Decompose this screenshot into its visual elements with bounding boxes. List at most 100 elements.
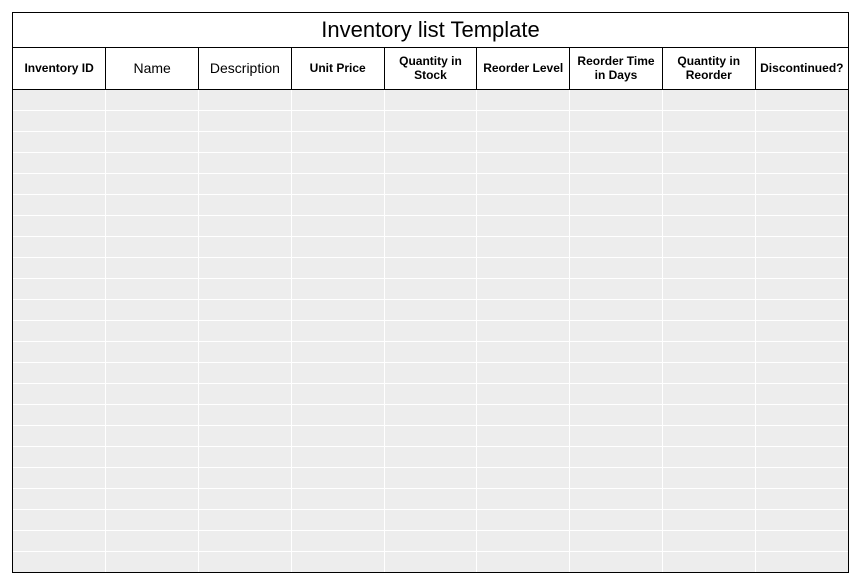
table-cell[interactable] [13, 215, 106, 236]
table-cell[interactable] [199, 530, 292, 551]
table-cell[interactable] [199, 383, 292, 404]
table-cell[interactable] [13, 551, 106, 572]
table-cell[interactable] [477, 215, 570, 236]
table-cell[interactable] [477, 404, 570, 425]
table-cell[interactable] [291, 551, 384, 572]
table-cell[interactable] [570, 320, 663, 341]
table-cell[interactable] [106, 257, 199, 278]
table-cell[interactable] [384, 131, 477, 152]
table-cell[interactable] [106, 488, 199, 509]
table-cell[interactable] [199, 131, 292, 152]
table-cell[interactable] [477, 236, 570, 257]
table-cell[interactable] [477, 551, 570, 572]
table-cell[interactable] [662, 215, 755, 236]
table-cell[interactable] [199, 194, 292, 215]
table-cell[interactable] [384, 278, 477, 299]
table-cell[interactable] [477, 131, 570, 152]
table-cell[interactable] [570, 89, 663, 110]
table-cell[interactable] [384, 383, 477, 404]
table-cell[interactable] [477, 446, 570, 467]
table-cell[interactable] [755, 467, 848, 488]
table-cell[interactable] [106, 299, 199, 320]
table-cell[interactable] [13, 509, 106, 530]
table-cell[interactable] [755, 383, 848, 404]
table-cell[interactable] [291, 341, 384, 362]
table-cell[interactable] [755, 299, 848, 320]
table-cell[interactable] [662, 551, 755, 572]
table-cell[interactable] [662, 467, 755, 488]
table-cell[interactable] [662, 152, 755, 173]
table-cell[interactable] [477, 383, 570, 404]
table-cell[interactable] [291, 194, 384, 215]
table-cell[interactable] [291, 215, 384, 236]
table-cell[interactable] [384, 509, 477, 530]
table-cell[interactable] [662, 509, 755, 530]
table-cell[interactable] [477, 299, 570, 320]
table-cell[interactable] [755, 488, 848, 509]
table-cell[interactable] [106, 425, 199, 446]
table-cell[interactable] [755, 152, 848, 173]
table-cell[interactable] [384, 530, 477, 551]
table-cell[interactable] [199, 173, 292, 194]
table-cell[interactable] [291, 509, 384, 530]
table-cell[interactable] [199, 446, 292, 467]
table-cell[interactable] [13, 425, 106, 446]
table-cell[interactable] [384, 362, 477, 383]
table-cell[interactable] [755, 215, 848, 236]
table-cell[interactable] [199, 404, 292, 425]
table-cell[interactable] [13, 341, 106, 362]
table-cell[interactable] [291, 320, 384, 341]
table-cell[interactable] [477, 320, 570, 341]
table-cell[interactable] [477, 173, 570, 194]
table-cell[interactable] [106, 110, 199, 131]
table-cell[interactable] [106, 236, 199, 257]
table-cell[interactable] [570, 551, 663, 572]
table-cell[interactable] [13, 488, 106, 509]
table-cell[interactable] [13, 467, 106, 488]
table-cell[interactable] [106, 278, 199, 299]
table-cell[interactable] [291, 299, 384, 320]
table-cell[interactable] [384, 551, 477, 572]
table-cell[interactable] [13, 257, 106, 278]
table-cell[interactable] [13, 446, 106, 467]
table-cell[interactable] [570, 236, 663, 257]
table-cell[interactable] [13, 383, 106, 404]
table-cell[interactable] [662, 173, 755, 194]
table-cell[interactable] [477, 194, 570, 215]
table-cell[interactable] [570, 404, 663, 425]
table-cell[interactable] [13, 173, 106, 194]
table-cell[interactable] [570, 215, 663, 236]
table-cell[interactable] [199, 341, 292, 362]
table-cell[interactable] [662, 299, 755, 320]
table-cell[interactable] [384, 488, 477, 509]
table-cell[interactable] [13, 530, 106, 551]
table-cell[interactable] [199, 362, 292, 383]
table-cell[interactable] [199, 110, 292, 131]
table-cell[interactable] [199, 509, 292, 530]
table-cell[interactable] [662, 110, 755, 131]
table-cell[interactable] [106, 551, 199, 572]
table-cell[interactable] [384, 152, 477, 173]
table-cell[interactable] [106, 215, 199, 236]
table-cell[interactable] [106, 446, 199, 467]
table-cell[interactable] [106, 131, 199, 152]
table-cell[interactable] [570, 131, 663, 152]
table-cell[interactable] [662, 236, 755, 257]
table-cell[interactable] [384, 215, 477, 236]
table-cell[interactable] [13, 299, 106, 320]
table-cell[interactable] [384, 446, 477, 467]
table-cell[interactable] [384, 110, 477, 131]
table-cell[interactable] [755, 530, 848, 551]
table-cell[interactable] [662, 278, 755, 299]
table-cell[interactable] [384, 89, 477, 110]
table-cell[interactable] [755, 404, 848, 425]
table-cell[interactable] [755, 89, 848, 110]
table-cell[interactable] [291, 257, 384, 278]
table-cell[interactable] [384, 320, 477, 341]
table-cell[interactable] [477, 257, 570, 278]
table-cell[interactable] [755, 131, 848, 152]
table-cell[interactable] [477, 425, 570, 446]
table-cell[interactable] [291, 362, 384, 383]
table-cell[interactable] [384, 404, 477, 425]
table-cell[interactable] [13, 110, 106, 131]
